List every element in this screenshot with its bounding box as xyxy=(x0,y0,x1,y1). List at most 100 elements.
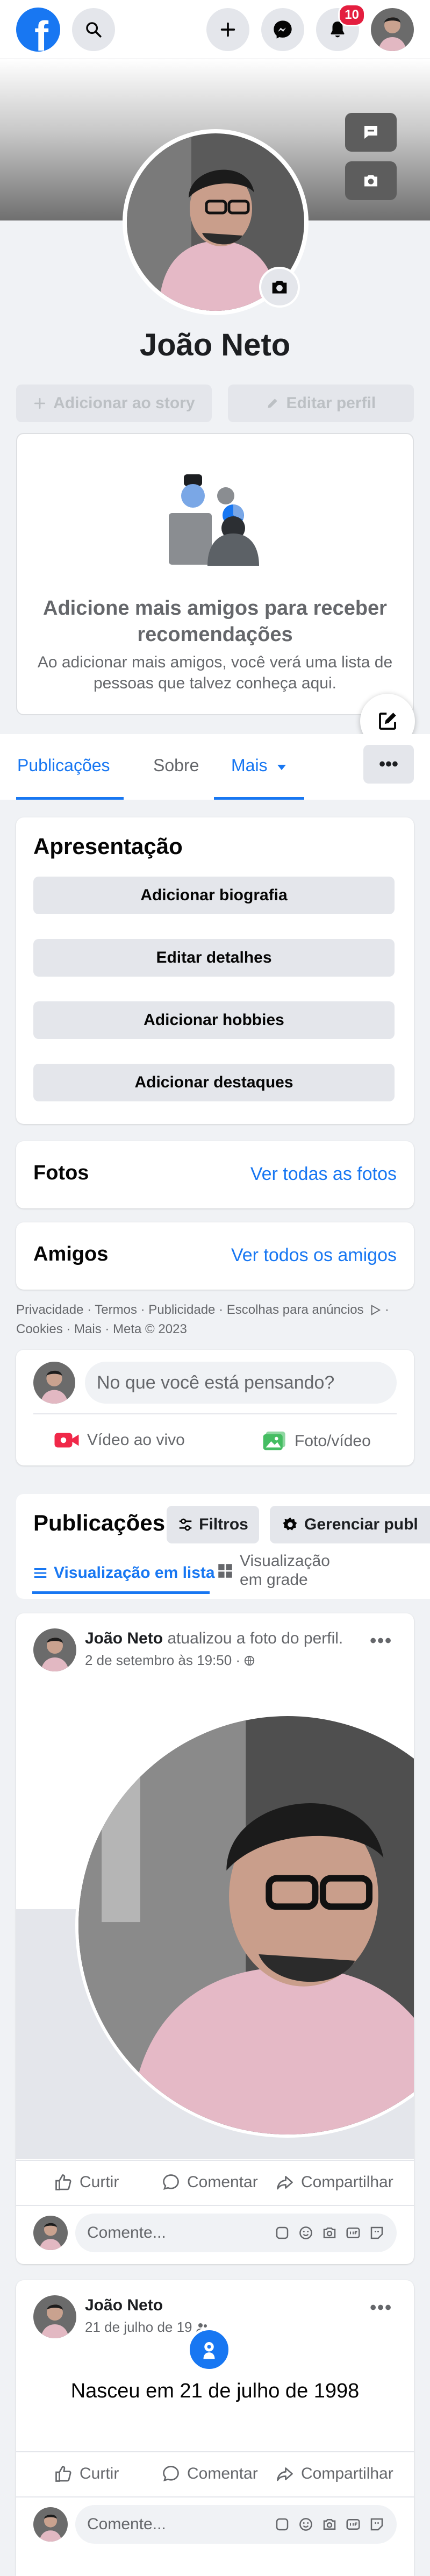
video-camera-icon xyxy=(54,1433,79,1448)
post-header-text: João Neto atualizou a foto do perfil. xyxy=(85,1629,343,1648)
messenger-button[interactable] xyxy=(261,8,304,51)
intro-card: Apresentação Adicionar biografia Editar … xyxy=(16,817,414,1124)
photo-video-button[interactable]: Foto/vídeo xyxy=(262,1431,371,1452)
post-author-name[interactable]: João Neto xyxy=(85,1629,163,1647)
live-video-button[interactable]: Vídeo ao vivo xyxy=(54,1431,185,1450)
mais-tab-indicator xyxy=(214,797,304,800)
comment-input[interactable]: Comente... xyxy=(75,2505,397,2544)
globe-icon xyxy=(244,1655,255,1666)
avatar-sticker-icon[interactable] xyxy=(369,2516,385,2532)
recommendations-body: Ao adicionar mais amigos, você verá uma … xyxy=(37,653,393,692)
create-button[interactable] xyxy=(206,8,249,51)
friends-card: Amigos Ver todos os amigos xyxy=(16,1222,414,1290)
plus-icon xyxy=(220,22,235,37)
post-author-avatar[interactable] xyxy=(33,2295,76,2338)
post-timestamp[interactable]: 21 de julho de 19 xyxy=(85,2319,210,2336)
comment-button[interactable]: Comentar xyxy=(161,2173,258,2192)
notifications-badge: 10 xyxy=(338,3,366,26)
tab-publicacoes[interactable]: Publicações xyxy=(17,756,110,775)
people-illustration-icon xyxy=(169,474,259,566)
edit-details-button[interactable]: Editar detalhes xyxy=(33,939,395,977)
sticker-icon[interactable] xyxy=(274,2225,290,2241)
emoji-icon[interactable] xyxy=(298,2516,314,2532)
emoji-icon[interactable] xyxy=(298,2225,314,2241)
intro-title: Apresentação xyxy=(33,834,183,859)
gif-icon[interactable] xyxy=(345,2225,361,2241)
divider xyxy=(33,1413,397,1414)
plus-icon xyxy=(34,397,46,409)
add-hobbies-button[interactable]: Adicionar hobbies xyxy=(33,1001,395,1039)
composer-input[interactable]: No que você está pensando? xyxy=(85,1362,397,1404)
list-view-tab[interactable]: Visualização em lista xyxy=(32,1554,216,1598)
manage-posts-button[interactable]: Gerenciar publ xyxy=(270,1506,430,1543)
post-options-button[interactable]: ••• xyxy=(370,1631,392,1652)
messenger-icon xyxy=(274,20,292,39)
list-icon xyxy=(34,1568,47,1578)
edit-cover-button[interactable] xyxy=(345,113,397,152)
share-button[interactable]: Compartilhar xyxy=(275,2173,393,2192)
add-story-button[interactable]: Adicionar ao story xyxy=(16,385,212,422)
comment-button[interactable]: Comentar xyxy=(161,2464,258,2484)
top-navigation-bar: f 10 xyxy=(0,0,430,59)
share-button[interactable]: Compartilhar xyxy=(275,2464,393,2484)
thumbs-up-icon xyxy=(55,2466,71,2482)
notifications-button[interactable]: 10 xyxy=(316,3,366,51)
grid-view-tab[interactable]: Visualização em grade xyxy=(216,1552,345,1589)
photos-title: Fotos xyxy=(33,1162,89,1184)
camera-icon[interactable] xyxy=(321,2225,338,2241)
post-timestamp[interactable]: 2 de setembro às 19:50 · xyxy=(85,1652,255,1669)
see-all-friends-link[interactable]: Ver todos os amigos xyxy=(231,1245,397,1266)
post-options-button[interactable]: ••• xyxy=(370,2297,392,2318)
more-options-button[interactable]: ••• xyxy=(363,745,414,784)
grid-icon xyxy=(218,1563,232,1578)
add-bio-button[interactable]: Adicionar biografia xyxy=(33,877,395,914)
composer-avatar xyxy=(33,1362,75,1404)
like-button[interactable]: Curtir xyxy=(54,2173,119,2192)
baby-icon xyxy=(203,2342,215,2359)
camera-icon xyxy=(364,175,377,187)
profile-camera-button[interactable] xyxy=(259,267,300,308)
post-author-name[interactable]: João Neto xyxy=(85,2296,163,2315)
profile-page: f 10 João Neto Adicionar ao story Editar… xyxy=(0,0,430,2576)
share-arrow-icon xyxy=(277,2467,293,2481)
add-featured-button[interactable]: Adicionar destaques xyxy=(33,1064,395,1101)
post-action-text: atualizou a foto do perfil. xyxy=(167,1629,343,1647)
search-icon xyxy=(86,22,102,38)
comment-input[interactable]: Comente... xyxy=(75,2214,397,2252)
footer-line-1[interactable]: Privacidade · Termos · Publicidade · Esc… xyxy=(16,1300,414,1320)
filter-sliders-icon xyxy=(179,1518,192,1531)
gif-icon[interactable] xyxy=(345,2516,361,2532)
profile-name: João Neto xyxy=(139,328,291,362)
active-tab-indicator xyxy=(16,797,124,800)
life-event-badge xyxy=(187,2328,231,2372)
facebook-logo[interactable]: f xyxy=(16,7,60,52)
comment-tools xyxy=(274,2225,385,2241)
ad-choices-icon xyxy=(371,1305,381,1315)
post-image-area[interactable] xyxy=(16,1681,414,2159)
search-button[interactable] xyxy=(72,8,115,51)
like-button[interactable]: Curtir xyxy=(54,2464,119,2484)
sticker-icon[interactable] xyxy=(274,2516,290,2532)
tab-mais[interactable]: Mais xyxy=(231,756,287,775)
see-all-photos-link[interactable]: Ver todas as fotos xyxy=(250,1164,397,1185)
list-view-indicator xyxy=(32,1591,210,1594)
comment-avatar xyxy=(33,2216,68,2250)
gear-icon xyxy=(283,1517,297,1531)
friends-title: Amigos xyxy=(33,1243,109,1265)
chat-edit-icon xyxy=(364,126,377,139)
comment-bubble-icon xyxy=(163,2174,179,2190)
edit-profile-button[interactable]: Editar perfil xyxy=(227,385,414,422)
account-avatar[interactable] xyxy=(371,8,414,51)
post-life-event: João Neto 21 de julho de 19 ••• Nasceu e… xyxy=(16,2280,414,2576)
posts-header: Publicações Filtros Gerenciar publ Visua… xyxy=(16,1494,430,1599)
cover-camera-button[interactable] xyxy=(345,161,397,200)
camera-icon[interactable] xyxy=(321,2516,338,2532)
tab-sobre[interactable]: Sobre xyxy=(153,756,199,775)
caret-down-icon xyxy=(277,765,286,770)
post-profile-photo-update: João Neto atualizou a foto do perfil. 2 … xyxy=(16,1613,414,2264)
post-author-avatar[interactable] xyxy=(33,1628,76,1671)
footer-line-2[interactable]: Cookies · Mais · Meta © 2023 xyxy=(16,1320,414,1339)
posts-title: Publicações xyxy=(33,1510,166,1535)
avatar-sticker-icon[interactable] xyxy=(369,2225,385,2241)
filters-button[interactable]: Filtros xyxy=(167,1506,259,1543)
